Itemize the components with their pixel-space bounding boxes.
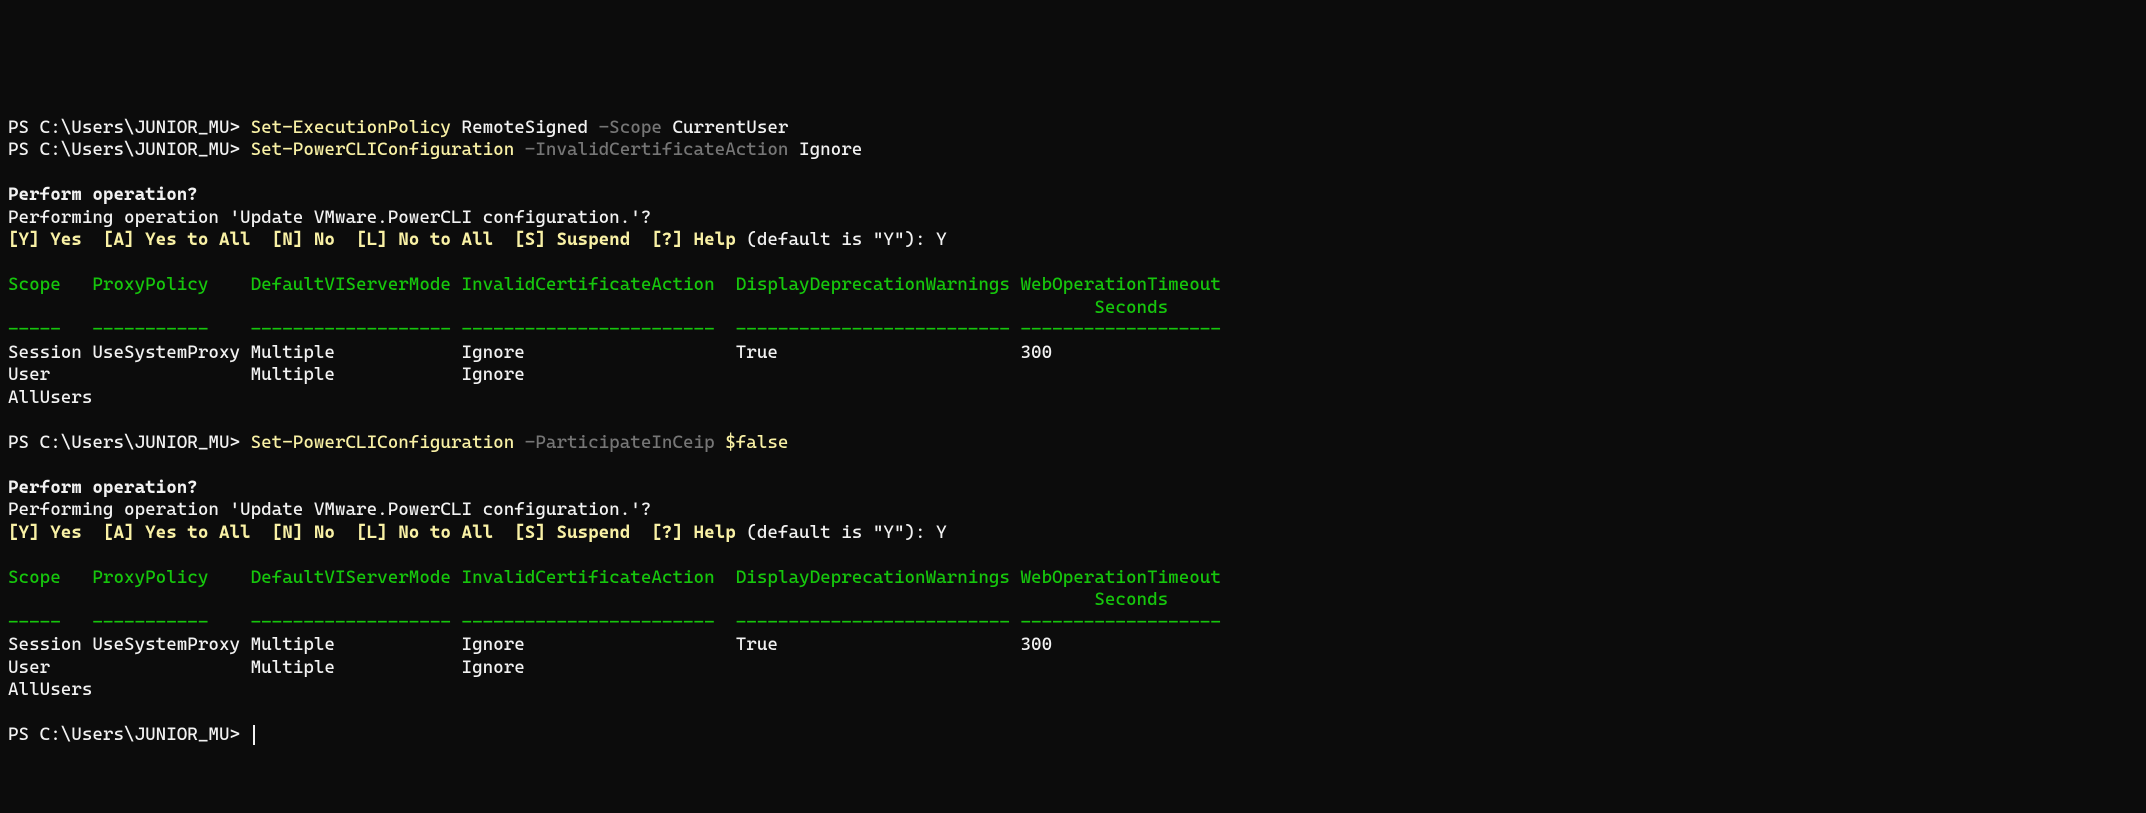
table-row: Session UseSystemProxy Multiple Ignore T… [8,342,1052,363]
col-scope: Seconds [8,297,1168,318]
confirm-header: Perform operation? [8,477,198,498]
confirm-default: (default is "Y"): Y [746,229,946,250]
col-scope: Seconds [8,589,1168,610]
cmdlet: Set-ExecutionPolicy [251,117,451,138]
col-divider: ----- ----------- ------------------- --… [8,612,1221,633]
col-divider: ----- ----------- ------------------- --… [8,319,1221,340]
confirm-default: (default is "Y"): Y [746,522,946,543]
cursor-icon [253,725,255,745]
cmdlet: Set-PowerCLIConfiguration [251,139,515,160]
prompt: PS C:\Users\JUNIOR_MU> [8,117,240,138]
cmdlet: Set-PowerCLIConfiguration [251,432,515,453]
col-scope: Scope ProxyPolicy DefaultVIServerMode In… [8,274,1221,295]
prompt: PS C:\Users\JUNIOR_MU> [8,432,240,453]
terminal-output[interactable]: PS C:\Users\JUNIOR_MU> Set-ExecutionPoli… [0,113,2146,751]
param-value: CurrentUser [672,117,788,138]
param: -ParticipateInCeip [525,432,715,453]
prompt: PS C:\Users\JUNIOR_MU> [8,724,240,745]
table-row: AllUsers [8,387,92,408]
table-row: User Multiple Ignore [8,657,525,678]
param-value: $false [725,432,788,453]
param: -InvalidCertificateAction [525,139,789,160]
confirm-header: Perform operation? [8,184,198,205]
param: -Scope [599,117,662,138]
confirm-text: Performing operation 'Update VMware.Powe… [8,499,651,520]
prompt: PS C:\Users\JUNIOR_MU> [8,139,240,160]
confirm-options: [Y] Yes [A] Yes to All [N] No [L] No to … [8,522,746,543]
table-row: User Multiple Ignore [8,364,525,385]
confirm-text: Performing operation 'Update VMware.Powe… [8,207,651,228]
table-row: Session UseSystemProxy Multiple Ignore T… [8,634,1052,655]
table-row: AllUsers [8,679,92,700]
arg: RemoteSigned [462,117,589,138]
param-value: Ignore [799,139,862,160]
confirm-options: [Y] Yes [A] Yes to All [N] No [L] No to … [8,229,746,250]
col-scope: Scope ProxyPolicy DefaultVIServerMode In… [8,567,1221,588]
